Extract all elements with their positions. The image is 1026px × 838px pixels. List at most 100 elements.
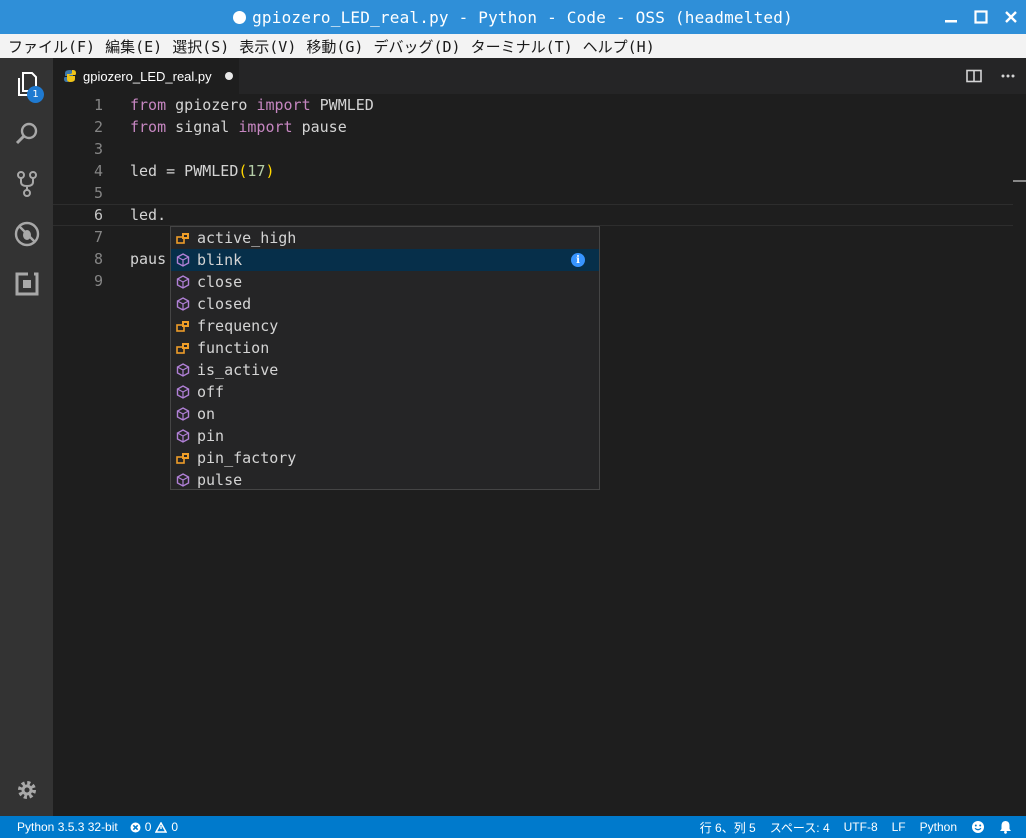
identifier: signal [166, 118, 239, 136]
suggest-item-label: closed [197, 295, 252, 313]
suggest-item-blink[interactable]: blink i [171, 249, 599, 271]
split-editor-icon[interactable] [966, 69, 982, 83]
method-icon [175, 274, 191, 290]
notifications-bell-icon[interactable] [999, 820, 1012, 834]
suggest-item-closed[interactable]: closed [171, 293, 599, 315]
warning-count: 0 [171, 820, 179, 834]
keyword: from [130, 96, 167, 114]
activity-debug[interactable] [0, 210, 53, 258]
bracket: ) [265, 162, 275, 180]
source-control-icon [16, 171, 37, 197]
menu-file[interactable]: ファイル(F) [8, 36, 95, 57]
code-line-current: 6 led. [53, 204, 1013, 226]
suggest-item-pin[interactable]: pin [171, 425, 599, 447]
activity-explorer[interactable]: 1 [0, 60, 53, 108]
suggest-item-close[interactable]: close [171, 271, 599, 293]
minimize-button[interactable] [936, 0, 966, 34]
property-icon [175, 340, 191, 356]
property-icon [175, 230, 191, 246]
suggest-item-label: pulse [197, 471, 243, 489]
error-icon [130, 822, 141, 832]
method-icon [175, 362, 191, 378]
keyword: import [238, 118, 293, 136]
method-icon [175, 296, 191, 312]
error-count: 0 [144, 820, 152, 834]
number-literal: 17 [247, 162, 266, 180]
info-icon[interactable]: i [571, 253, 585, 267]
tab-gpiozero-led-real[interactable]: gpiozero_LED_real.py [53, 58, 239, 94]
menu-help[interactable]: ヘルプ(H) [583, 36, 655, 57]
code-line: 1 from gpiozero import PWMLED [53, 94, 1013, 116]
line-number: 9 [93, 272, 103, 290]
indentation[interactable]: スペース: 4 [770, 819, 830, 836]
end-of-line[interactable]: LF [892, 820, 906, 834]
line-number: 4 [93, 162, 103, 180]
python-interpreter[interactable]: Python 3.5.3 32-bit [17, 820, 118, 834]
line-number: 7 [93, 228, 103, 246]
menu-terminal[interactable]: ターミナル(T) [471, 36, 573, 57]
identifier: led = PWMLED [130, 162, 239, 180]
problems-indicator[interactable]: 0 0 [130, 820, 178, 834]
activity-bar: 1 [0, 58, 53, 816]
maximize-icon [974, 10, 988, 24]
minimize-icon [945, 20, 957, 23]
code-line: 3 [53, 138, 1013, 160]
unsaved-dot-icon [233, 10, 247, 24]
suggest-item-label: pin [197, 427, 225, 445]
suggest-item-off[interactable]: off [171, 381, 599, 403]
tab-label: gpiozero_LED_real.py [83, 68, 212, 84]
suggest-item-label: close [197, 273, 243, 291]
warning-icon [155, 821, 168, 833]
property-icon [175, 318, 191, 334]
activity-extensions[interactable] [0, 260, 53, 308]
scrollbar-marker [1013, 180, 1026, 182]
window-controls [936, 0, 1026, 34]
suggest-item-label: on [197, 405, 216, 423]
suggest-item-frequency[interactable]: frequency [171, 315, 599, 337]
suggest-item-is-active[interactable]: is_active [171, 359, 599, 381]
menu-edit[interactable]: 編集(E) [105, 36, 162, 57]
identifier: gpiozero [166, 96, 257, 114]
feedback-smiley-icon[interactable] [971, 820, 985, 834]
line-number: 1 [93, 96, 103, 114]
window-title: gpiozero_LED_real.py - Python - Code - O… [252, 7, 793, 27]
suggest-item-label: active_high [197, 229, 297, 247]
line-number: 8 [93, 250, 103, 268]
code-line: 2 from signal import pause [53, 116, 1013, 138]
suggest-item-active-high[interactable]: active_high [171, 227, 599, 249]
menu-debug[interactable]: デバッグ(D) [373, 36, 460, 57]
line-number: 3 [93, 140, 103, 158]
method-icon [175, 406, 191, 422]
method-icon [175, 472, 191, 488]
suggest-item-pulse[interactable]: pulse [171, 469, 599, 491]
menu-go[interactable]: 移動(G) [306, 36, 363, 57]
encoding[interactable]: UTF-8 [844, 820, 878, 834]
suggest-item-label: blink [197, 251, 243, 269]
suggest-item-label: off [197, 383, 225, 401]
language-mode[interactable]: Python [920, 820, 957, 834]
activity-source-control[interactable] [0, 160, 53, 208]
line-text: led. [130, 206, 167, 224]
maximize-button[interactable] [966, 0, 996, 34]
suggest-item-label: frequency [197, 317, 279, 335]
debug-icon [14, 221, 39, 247]
method-icon [175, 252, 191, 268]
cursor-position[interactable]: 行 6、列 5 [700, 819, 756, 836]
identifier: PWMLED [310, 96, 374, 114]
suggest-item-function[interactable]: function [171, 337, 599, 359]
status-bar: Python 3.5.3 32-bit 0 0 行 6、列 5 スペース: 4 … [0, 816, 1026, 838]
modified-dot-icon[interactable] [224, 72, 233, 80]
more-actions-icon[interactable] [1000, 74, 1016, 78]
activity-search[interactable] [0, 110, 53, 158]
tab-bar: gpiozero_LED_real.py [53, 58, 1026, 94]
suggest-item-on[interactable]: on [171, 403, 599, 425]
menu-selection[interactable]: 選択(S) [172, 36, 229, 57]
suggest-item-pin-factory[interactable]: pin_factory [171, 447, 599, 469]
menu-view[interactable]: 表示(V) [239, 36, 296, 57]
activity-manage[interactable] [0, 766, 53, 814]
python-file-icon [64, 70, 76, 82]
close-window-button[interactable] [996, 0, 1026, 34]
gear-icon [17, 781, 36, 799]
suggest-item-label: is_active [197, 361, 279, 379]
keyword: from [130, 118, 167, 136]
